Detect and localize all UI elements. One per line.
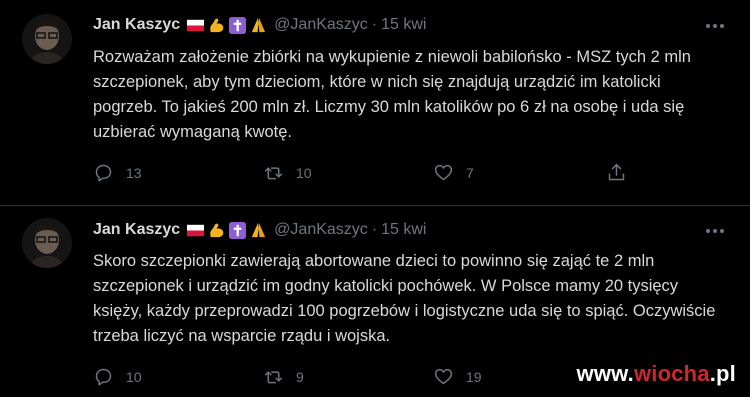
tweet[interactable]: Jan Kaszyc @JanKaszyc · 15 kwi Rozważam …: [0, 0, 750, 206]
latin-cross-icon: [229, 16, 247, 34]
poland-flag-icon: [187, 224, 205, 236]
tweet-header: Jan Kaszyc @JanKaszyc · 15 kwi: [93, 218, 426, 242]
reply-button[interactable]: 10: [93, 366, 142, 387]
latin-cross-icon: [229, 221, 247, 239]
separator-dot: ·: [371, 16, 378, 33]
author-emojis: [186, 221, 268, 240]
heart-icon: [434, 164, 453, 181]
more-options-icon[interactable]: [702, 16, 728, 36]
retweet-button[interactable]: 10: [263, 162, 312, 183]
tweet-header: Jan Kaszyc @JanKaszyc · 15 kwi: [93, 13, 426, 37]
watermark-prefix: www.: [576, 361, 634, 386]
author-name[interactable]: Jan Kaszyc: [93, 16, 180, 34]
poland-flag-icon: [187, 19, 205, 31]
retweet-icon: [264, 167, 283, 180]
timestamp[interactable]: 15 kwi: [381, 221, 426, 239]
like-count: 19: [466, 368, 482, 385]
author-handle[interactable]: @JanKaszyc: [274, 221, 368, 239]
tweet-text: Skoro szczepionki zawierają abortowane d…: [93, 252, 716, 345]
retweet-icon: [264, 371, 283, 384]
heart-icon: [434, 368, 453, 385]
like-count: 7: [466, 164, 474, 181]
reply-icon: [95, 368, 112, 386]
more-options-icon[interactable]: [702, 221, 728, 241]
watermark-suffix: .pl: [709, 361, 736, 386]
separator-dot: ·: [371, 221, 378, 238]
share-button[interactable]: [606, 162, 627, 183]
avatar[interactable]: [22, 14, 72, 64]
reply-button[interactable]: 13: [93, 162, 142, 183]
tweet-actions: 10 9 19: [93, 366, 653, 390]
author-name[interactable]: Jan Kaszyc: [93, 221, 180, 239]
reply-icon: [95, 164, 112, 182]
reply-count: 13: [126, 164, 142, 181]
retweet-count: 10: [296, 164, 312, 181]
author-handle[interactable]: @JanKaszyc: [274, 16, 368, 34]
watermark: www.wiocha.pl: [577, 361, 736, 387]
folded-hands-icon: [252, 17, 266, 32]
tweet-actions: 13 10 7: [93, 162, 653, 186]
retweet-count: 9: [296, 368, 304, 385]
flexed-biceps-icon: [210, 18, 224, 32]
tweet-text: Rozważam założenie zbiórki na wykupienie…: [93, 48, 691, 141]
folded-hands-icon: [252, 222, 266, 237]
watermark-brand: wiocha: [633, 361, 710, 386]
timestamp[interactable]: 15 kwi: [381, 16, 426, 34]
like-button[interactable]: 19: [433, 366, 482, 387]
share-icon: [608, 163, 625, 181]
reply-count: 10: [126, 368, 142, 385]
retweet-button[interactable]: 9: [263, 366, 304, 387]
author-emojis: [186, 16, 268, 35]
flexed-biceps-icon: [210, 223, 224, 237]
avatar[interactable]: [22, 218, 72, 268]
like-button[interactable]: 7: [433, 162, 474, 183]
